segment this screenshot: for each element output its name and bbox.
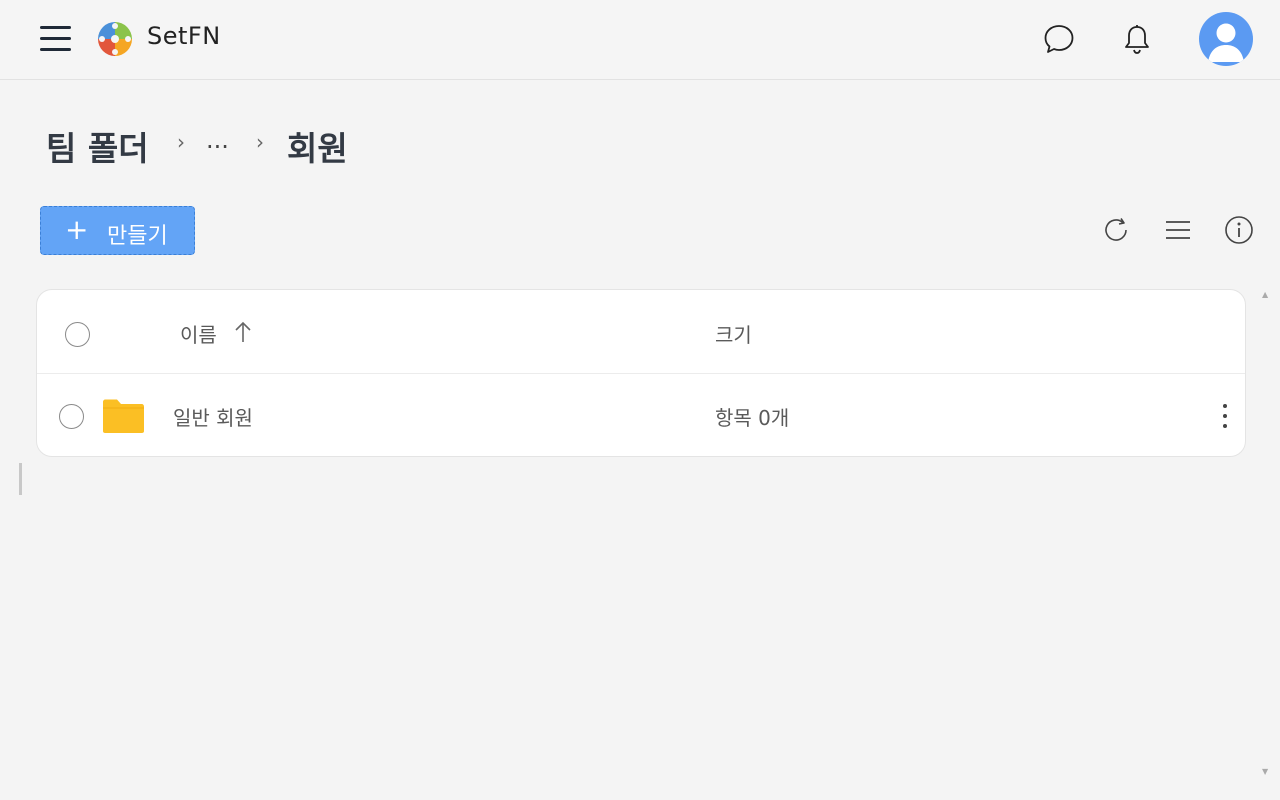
file-table: 이름 크기 일반 회원 항목 0개 [36, 289, 1246, 457]
menu-line [40, 48, 71, 51]
resize-handle[interactable] [19, 463, 22, 495]
info-icon[interactable] [1223, 214, 1255, 246]
dot [1223, 424, 1227, 428]
row-name[interactable]: 일반 회원 [173, 402, 253, 431]
list-view-icon[interactable] [1162, 214, 1194, 246]
table-row[interactable]: 일반 회원 항목 0개 [37, 374, 1245, 458]
top-bar: SetFN [0, 0, 1280, 80]
scroll-up-arrow[interactable]: ▲ [1262, 290, 1268, 299]
menu-line [40, 37, 71, 40]
breadcrumb-current: 회원 [287, 129, 348, 168]
bell-icon[interactable] [1120, 22, 1154, 56]
breadcrumb-ellipsis[interactable]: ... [206, 126, 229, 154]
chat-icon[interactable] [1042, 22, 1076, 56]
menu-line [40, 26, 71, 29]
chevron-right-icon: › [177, 130, 185, 154]
more-options-icon[interactable] [1213, 401, 1237, 431]
dot [1223, 414, 1227, 418]
scroll-down-arrow[interactable]: ▼ [1262, 767, 1268, 776]
create-button[interactable]: + 만들기 [40, 206, 195, 255]
brand-name: SetFN [147, 22, 221, 50]
create-button-label: 만들기 [107, 224, 168, 249]
chevron-right-icon: › [256, 130, 264, 154]
refresh-icon[interactable] [1100, 214, 1132, 246]
folder-icon [103, 399, 144, 433]
dot [1223, 404, 1227, 408]
table-header: 이름 크기 [37, 290, 1245, 374]
user-icon [1208, 23, 1244, 62]
logo-icon [98, 22, 132, 56]
plus-icon: + [65, 213, 89, 246]
row-checkbox[interactable] [59, 404, 84, 429]
avatar[interactable] [1199, 12, 1253, 66]
column-header-name[interactable]: 이름 [180, 319, 217, 348]
select-all-checkbox[interactable] [65, 322, 90, 347]
breadcrumb-root[interactable]: 팀 폴더 [46, 122, 149, 170]
column-header-size[interactable]: 크기 [715, 319, 752, 348]
sort-ascending-icon[interactable] [233, 320, 253, 344]
row-size: 항목 0개 [715, 406, 790, 430]
menu-icon[interactable] [38, 24, 74, 54]
